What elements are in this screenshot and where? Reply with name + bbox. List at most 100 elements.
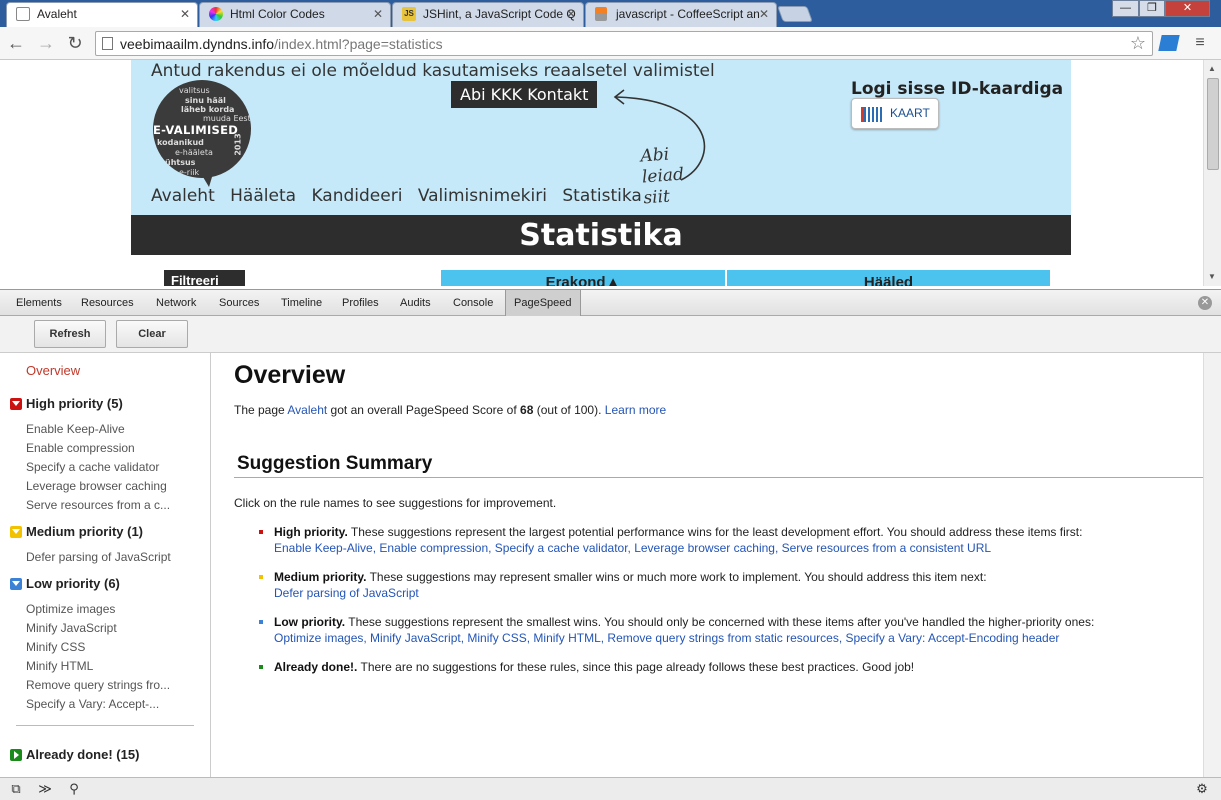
devtools-scrollbar[interactable] (1203, 353, 1221, 777)
pagespeed-sidebar: Overview High priority (5) Enable Keep-A… (0, 353, 211, 777)
column-header-party[interactable]: Erakond▲ (441, 270, 725, 286)
close-icon[interactable]: ✕ (373, 3, 383, 25)
scrollbar-thumb[interactable] (1207, 78, 1219, 170)
minimize-button[interactable]: — (1112, 0, 1139, 17)
reload-icon[interactable]: ↻ (64, 32, 86, 54)
high-priority-links[interactable]: Enable Keep-Alive, Enable compression, S… (274, 541, 991, 555)
overview-heading: Overview (234, 361, 346, 389)
sidebar-item-overview[interactable]: Overview (26, 363, 80, 378)
devtools-tab-bar: Elements Resources Network Sources Timel… (0, 289, 1221, 316)
browser-tab-stackoverflow[interactable]: javascript - CoffeeScript an ✕ (585, 2, 777, 27)
sidebar-group-already-done[interactable]: Already done! (15) (10, 747, 139, 762)
devtools-status-bar: ⧉ ≫ ⚲ ⚙ (0, 777, 1221, 800)
tab-resources[interactable]: Resources (73, 290, 142, 316)
search-icon[interactable]: ⚲ (64, 781, 84, 797)
bullet-icon (259, 620, 263, 624)
sidebar-item-minify-js[interactable]: Minify JavaScript (26, 621, 117, 635)
menu-icon[interactable]: ≡ (1189, 32, 1211, 54)
sidebar-group-low-priority[interactable]: Low priority (6) (10, 576, 120, 591)
tab-sources[interactable]: Sources (211, 290, 267, 316)
tab-profiles[interactable]: Profiles (334, 290, 387, 316)
sidebar-item-query-strings[interactable]: Remove query strings fro... (26, 678, 170, 692)
sidebar-item-consistent-url[interactable]: Serve resources from a c... (26, 498, 170, 512)
maximize-button[interactable]: ❐ (1139, 0, 1165, 17)
sidebar-item-cache-validator[interactable]: Specify a cache validator (26, 460, 159, 474)
sidebar-group-high-priority[interactable]: High priority (5) (10, 396, 123, 411)
bullet-icon (259, 575, 263, 579)
sidebar-group-medium-priority[interactable]: Medium priority (1) (10, 524, 143, 539)
low-priority-links[interactable]: Optimize images, Minify JavaScript, Mini… (274, 631, 1059, 645)
scroll-down-icon[interactable]: ▼ (1208, 272, 1216, 281)
nav-kandideeri[interactable]: Kandideeri (311, 186, 402, 206)
bookmark-star-icon[interactable]: ☆ (1130, 33, 1146, 54)
nav-statistika[interactable]: Statistika (562, 186, 641, 206)
pagespeed-action-bar: Refresh Clear (0, 316, 1221, 353)
gear-icon[interactable]: ⚙ (1192, 781, 1212, 797)
close-icon[interactable]: ✕ (180, 3, 190, 25)
sidebar-item-minify-css[interactable]: Minify CSS (26, 640, 85, 654)
close-icon[interactable]: ✕ (566, 3, 576, 25)
nav-valimisnimekiri[interactable]: Valimisnimekiri (418, 186, 547, 206)
browser-tab-jshint[interactable]: JS JSHint, a JavaScript Code Q ✕ (392, 2, 584, 27)
clear-button[interactable]: Clear (116, 320, 188, 348)
collapse-arrow-icon[interactable] (10, 398, 22, 410)
tab-console[interactable]: Console (445, 290, 501, 316)
tab-title: javascript - CoffeeScript an (616, 7, 760, 21)
column-header-votes[interactable]: Hääled (727, 270, 1050, 286)
sidebar-divider (16, 725, 194, 726)
web-page-viewport: Antud rakendus ei ole mõeldud kasutamise… (0, 60, 1203, 286)
page-title: Statistika (131, 215, 1071, 255)
tab-network[interactable]: Network (148, 290, 204, 316)
forward-icon[interactable]: → (35, 32, 57, 54)
browser-tab-avaleht[interactable]: Avaleht ✕ (6, 2, 198, 28)
tab-pagespeed[interactable]: PageSpeed (505, 290, 581, 316)
site-header: Antud rakendus ei ole mõeldud kasutamise… (131, 60, 1071, 215)
sidebar-item-enable-compression[interactable]: Enable compression (26, 441, 135, 455)
browser-tab-color-codes[interactable]: Html Color Codes ✕ (199, 2, 391, 27)
sidebar-item-optimize-images[interactable]: Optimize images (26, 602, 115, 616)
page-scrollbar[interactable]: ▲ ▼ (1203, 60, 1221, 286)
back-icon[interactable]: ← (5, 32, 27, 54)
page-icon (102, 37, 113, 50)
sidebar-item-browser-caching[interactable]: Leverage browser caching (26, 479, 167, 493)
id-card-login-button[interactable]: KAART (851, 98, 939, 129)
console-drawer-icon[interactable]: ≫ (35, 781, 55, 797)
window-close-button[interactable]: ✕ (1165, 0, 1210, 17)
bullet-icon (259, 530, 263, 534)
new-tab-button[interactable] (777, 6, 813, 22)
expand-arrow-icon[interactable] (10, 749, 22, 761)
dock-icon[interactable]: ⧉ (6, 781, 26, 797)
low-priority-summary: Low priority. These suggestions represen… (259, 614, 1094, 646)
sidebar-item-defer-js[interactable]: Defer parsing of JavaScript (26, 550, 171, 564)
collapse-arrow-icon[interactable] (10, 578, 22, 590)
tab-audits[interactable]: Audits (392, 290, 439, 316)
nav-haaleta[interactable]: Hääleta (230, 186, 296, 206)
sidebar-item-vary-header[interactable]: Specify a Vary: Accept-... (26, 697, 159, 711)
tab-timeline[interactable]: Timeline (273, 290, 330, 316)
medium-priority-links[interactable]: Defer parsing of JavaScript (274, 586, 419, 600)
page-link[interactable]: Avaleht (287, 403, 327, 417)
collapse-arrow-icon[interactable] (10, 526, 22, 538)
refresh-button[interactable]: Refresh (34, 320, 106, 348)
filter-panel-title[interactable]: Filtreeri (164, 270, 245, 286)
score-sentence: The page Avaleht got an overall PageSpee… (234, 403, 667, 417)
page-icon (16, 7, 30, 21)
bullet-icon (259, 665, 263, 669)
tab-title: Html Color Codes (230, 7, 325, 21)
sidebar-item-minify-html[interactable]: Minify HTML (26, 659, 93, 673)
learn-more-link[interactable]: Learn more (605, 403, 666, 417)
id-card-button-label: KAART (890, 106, 930, 120)
stackoverflow-icon (595, 7, 607, 21)
close-icon[interactable]: ✕ (759, 3, 769, 25)
url-text[interactable]: veebimaailm.dyndns.info/index.html?page=… (120, 36, 443, 52)
login-title: Logi sisse ID-kaardiga (851, 79, 1064, 99)
nav-avaleht[interactable]: Avaleht (151, 186, 215, 206)
scroll-up-icon[interactable]: ▲ (1208, 64, 1216, 73)
extension-icon[interactable] (1158, 35, 1180, 51)
devtools-close-icon[interactable]: ✕ (1198, 296, 1212, 310)
sidebar-item-enable-keep-alive[interactable]: Enable Keep-Alive (26, 422, 125, 436)
address-bar[interactable]: veebimaailm.dyndns.info/index.html?page=… (95, 31, 1153, 56)
logo-title: E-VALIMISED (153, 123, 239, 137)
tab-elements[interactable]: Elements (8, 290, 70, 316)
help-menu[interactable]: Abi KKK Kontakt (451, 81, 598, 108)
